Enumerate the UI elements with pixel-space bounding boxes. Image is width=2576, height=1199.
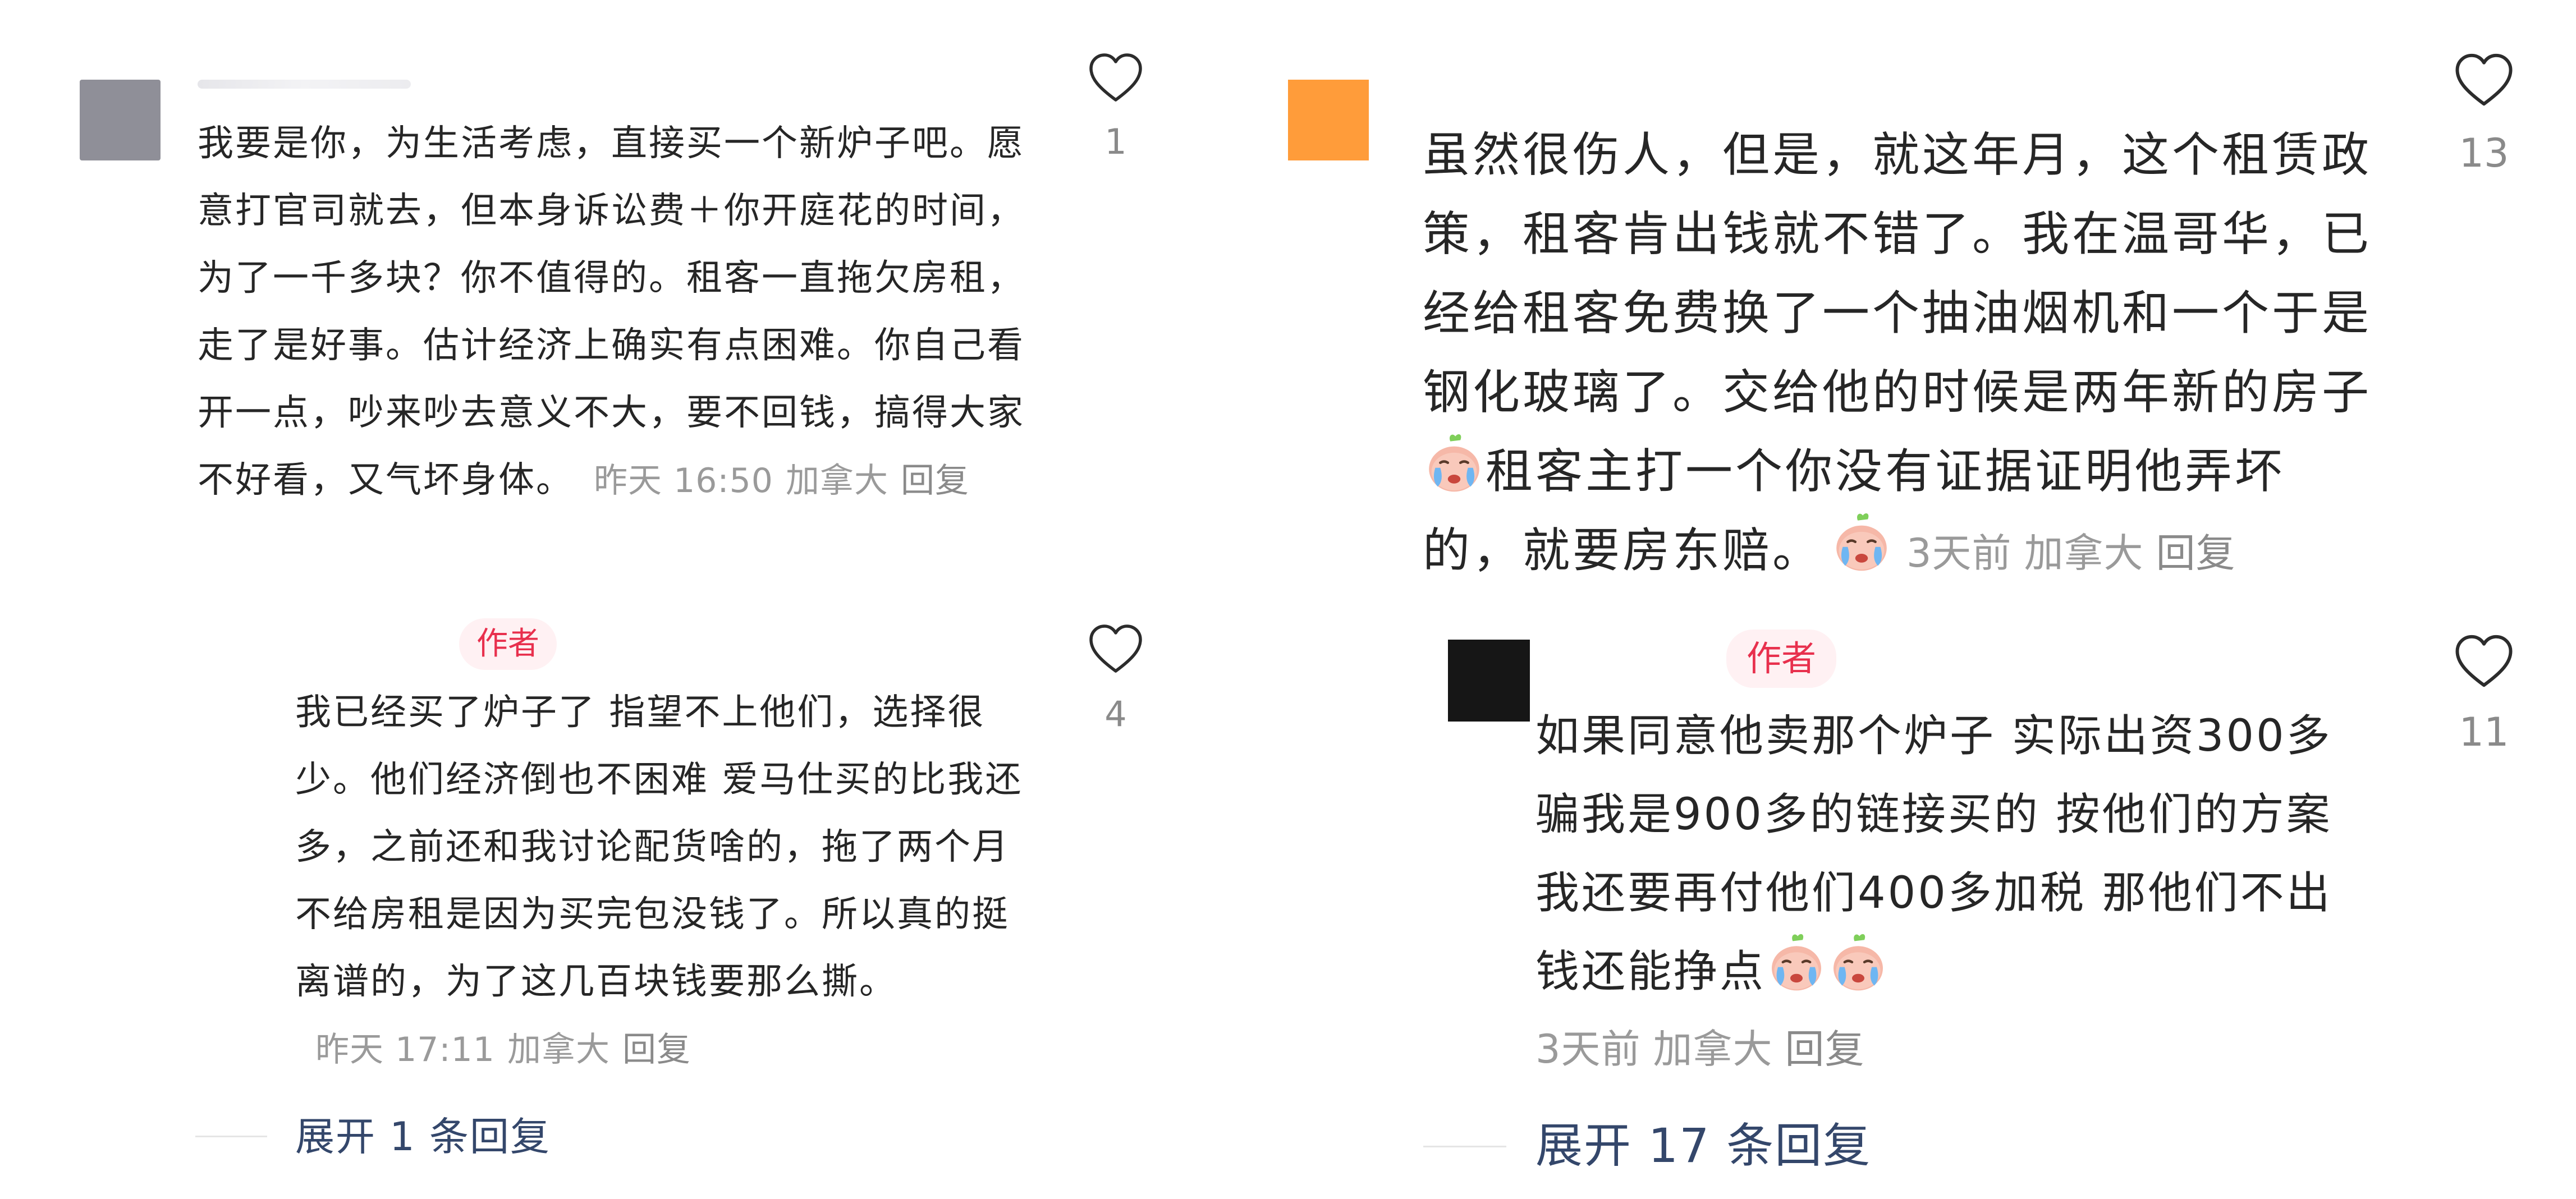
comment-text: 虽然很伤人，但是，就这年月，这个租赁政策，租客肯出钱就不错了。我在温哥华，已经给…: [1423, 127, 2372, 420]
like-button[interactable]: [1088, 52, 1144, 103]
heart-icon: [2455, 53, 2513, 106]
crying-emoji-icon: [1766, 932, 1827, 994]
heart-icon: [1089, 53, 1142, 102]
heart-icon: [1089, 624, 1142, 673]
expand-replies-button[interactable]: 展开 17 条回复: [1535, 1117, 1871, 1175]
user-avatar[interactable]: [1288, 80, 1369, 160]
reply-button[interactable]: 回复: [622, 1030, 691, 1069]
like-count: 11: [2459, 709, 2509, 755]
reply-location: 加拿大: [1653, 1026, 1773, 1072]
reply-meta: 3天前 加拿大 回复: [1535, 1021, 1877, 1077]
heart-icon: [2455, 635, 2513, 687]
like-count: 1: [1104, 121, 1127, 162]
expand-divider: [1423, 1146, 1506, 1147]
expand-divider: [195, 1136, 267, 1137]
user-avatar[interactable]: [80, 80, 161, 160]
expand-replies-button[interactable]: 展开 1 条回复: [295, 1109, 551, 1165]
comment-text: 我要是你，为生活考虑，直接买一个新炉子吧。愿意打官司就去，但本身诉讼费＋你开庭花…: [198, 123, 1025, 501]
like-button[interactable]: [2454, 633, 2514, 689]
comment-location: 加拿大: [785, 461, 888, 500]
comment-location: 加拿大: [2024, 530, 2144, 576]
reply-text: 如果同意他卖那个炉子 实际出资300多骗我是900多的链接买的 按他们的方案 我…: [1535, 711, 2332, 997]
reply-text: 我已经买了炉子了 指望不上他们，选择很少。他们经济倒也不困难 爱马仕买的比我还多…: [295, 692, 1023, 1003]
like-button[interactable]: [2454, 52, 2514, 108]
like-button[interactable]: [1088, 623, 1144, 674]
like-count: 4: [1104, 693, 1127, 734]
reply-time: 昨天 17:11: [315, 1030, 495, 1069]
reply-location: 加拿大: [507, 1030, 610, 1069]
reply-meta: 昨天 17:11 加拿大 回复: [315, 1030, 703, 1069]
comment-meta: 昨天 16:50 加拿大 回复: [594, 461, 982, 500]
reply-button[interactable]: 回复: [901, 461, 969, 500]
crying-emoji-icon: [1827, 932, 1889, 994]
user-avatar[interactable]: [1448, 640, 1530, 722]
crying-emoji-icon: [1830, 512, 1893, 575]
crying-emoji-icon: [1423, 433, 1486, 495]
author-badge: 作者: [1726, 630, 1836, 688]
comment-time: 昨天 16:50: [594, 461, 773, 500]
reply-button[interactable]: 回复: [1785, 1026, 1865, 1072]
reply-button[interactable]: 回复: [2156, 530, 2236, 576]
like-count: 13: [2459, 130, 2509, 176]
comment-time: 3天前: [1906, 530, 2012, 576]
reply-body: 如果同意他卖那个炉子 实际出资300多骗我是900多的链接买的 按他们的方案 我…: [1535, 697, 2360, 1011]
comment-body: 虽然很伤人，但是，就这年月，这个租赁政策，租客肯出钱就不错了。我在温哥华，已经给…: [1423, 116, 2377, 593]
reply-time: 3天前: [1535, 1026, 1641, 1072]
comment-meta: 3天前 加拿大 回复: [1906, 530, 2248, 576]
reply-body: 我已经买了炉子了 指望不上他们，选择很少。他们经济倒也不困难 爱马仕买的比我还多…: [295, 679, 1025, 1083]
username-blurred[interactable]: [198, 80, 411, 89]
comment-body: 我要是你，为生活考虑，直接买一个新炉子吧。愿意打官司就去，但本身诉讼费＋你开庭花…: [198, 110, 1028, 514]
author-badge: 作者: [459, 618, 557, 670]
